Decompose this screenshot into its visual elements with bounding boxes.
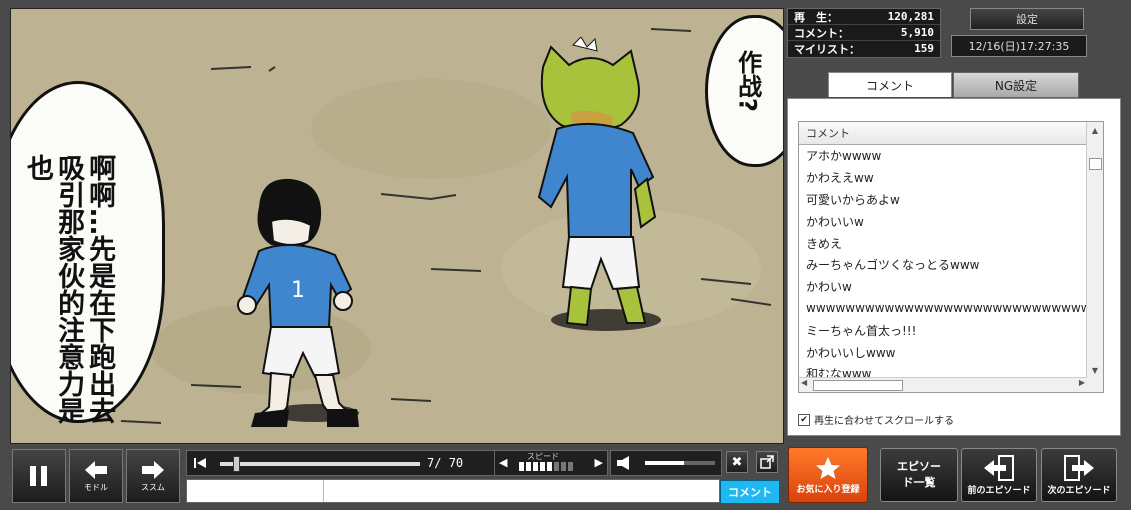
speed-down-icon[interactable]: ◀	[499, 456, 507, 469]
back-label: モドル	[84, 482, 108, 492]
settings-button[interactable]: 設定	[970, 8, 1084, 30]
fullscreen-icon	[760, 455, 774, 469]
comments-count-value: 5,910	[900, 26, 934, 39]
comments-count-label: コメント：	[794, 26, 849, 40]
comments-count-row: コメント： 5,910	[788, 25, 940, 41]
comment-item[interactable]: アホかwwww	[799, 145, 1086, 167]
views-label: 再 生：	[794, 10, 838, 24]
pause-icon	[30, 466, 47, 486]
comment-item[interactable]: きめえ	[799, 232, 1086, 254]
favorite-button[interactable]: お気に入り登録	[788, 447, 868, 503]
volume-track[interactable]	[645, 461, 715, 465]
comment-item[interactable]: かわいいしwww	[799, 341, 1086, 363]
arrow-left-icon	[85, 460, 107, 479]
comment-send-button[interactable]: コメント	[720, 480, 780, 504]
scroll-left-icon[interactable]: ◀	[801, 378, 807, 387]
speech-text-right: 作战?	[733, 50, 762, 112]
scroll-up-icon[interactable]: ▲	[1087, 122, 1103, 138]
favorite-label: お気に入り登録	[796, 484, 860, 495]
speed-up-icon[interactable]: ▶	[595, 456, 603, 469]
comment-item[interactable]: ミーちゃん首太っ!!!	[799, 319, 1086, 341]
views-value: 120,281	[887, 10, 934, 23]
forward-label: ススム	[141, 482, 165, 492]
mylist-value: 159	[914, 42, 934, 55]
skip-to-start-icon[interactable]	[193, 456, 207, 470]
volume-control	[610, 450, 722, 476]
comment-horizontal-scrollbar[interactable]: ◀ ▶	[799, 377, 1087, 392]
comment-vertical-scrollbar[interactable]: ▲ ▼	[1086, 122, 1103, 392]
comment-item[interactable]: かわいw	[799, 276, 1086, 298]
player-frame: 1 啊啊…先是在下跑出去吸引那家伙的注意力是也 作战? 再 生： 120,281…	[0, 0, 1131, 510]
scroll-right-icon[interactable]: ▶	[1079, 378, 1085, 387]
tab-ng-settings[interactable]: NG設定	[953, 72, 1079, 98]
speed-control: ◀ スピード ▶	[494, 450, 608, 476]
mylist-row: マイリスト： 159	[788, 41, 940, 56]
time-current: 7	[427, 456, 435, 470]
seek-handle[interactable]	[233, 456, 240, 472]
datetime-display: 12/16(日)17:27:35	[951, 35, 1087, 57]
volume-fill	[645, 461, 684, 465]
back-button[interactable]: モドル	[69, 449, 123, 503]
comment-item[interactable]: かわいいw	[799, 210, 1086, 232]
episode-list-button[interactable]: エピソード一覧	[880, 448, 958, 502]
comment-item[interactable]: 可愛いからあよw	[799, 189, 1086, 211]
prev-episode-label: 前のエピソード	[967, 485, 1031, 496]
seek-bar[interactable]: 7/ 70	[186, 450, 496, 476]
next-episode-label: 次のエピソード	[1047, 485, 1111, 496]
sync-scroll-checkbox[interactable]: ✔	[798, 413, 810, 426]
mylist-label: マイリスト：	[794, 42, 860, 56]
views-row: 再 生： 120,281	[788, 9, 940, 25]
time-total: 70	[448, 456, 464, 470]
speech-text-left: 啊啊…先是在下跑出去吸引那家伙的注意力是也	[22, 154, 116, 424]
svg-text:1: 1	[291, 278, 305, 303]
next-episode-button[interactable]: 次のエピソード	[1041, 448, 1117, 502]
forward-button[interactable]: ススム	[126, 449, 180, 503]
comment-item[interactable]: かわええww	[799, 167, 1086, 189]
boy-character: 1	[237, 178, 359, 427]
comment-item[interactable]: みーちゃんゴツくなっとるwww	[799, 254, 1086, 276]
video-screen[interactable]: 1 啊啊…先是在下跑出去吸引那家伙的注意力是也 作战?	[10, 8, 784, 444]
time-display: 7/ 70	[427, 456, 464, 470]
arrow-right-icon	[142, 460, 164, 479]
speed-label: スピード	[527, 452, 559, 461]
hscroll-thumb[interactable]	[813, 380, 903, 391]
stats-panel: 再 生： 120,281 コメント： 5,910 マイリスト： 159	[787, 8, 941, 58]
prev-episode-icon	[984, 454, 1014, 481]
tab-comment[interactable]: コメント	[828, 72, 952, 97]
cat-character	[537, 37, 657, 327]
episode-list-label: エピソード一覧	[897, 460, 941, 489]
comment-list-header[interactable]: コメント	[799, 122, 1103, 145]
scroll-down-icon[interactable]: ▼	[1087, 362, 1103, 378]
comment-item[interactable]: wwwwwwwwwwwwwwwwwwwwwwwwwwwwwwww	[799, 298, 1086, 320]
next-episode-icon	[1064, 454, 1094, 481]
speech-bubble-left: 啊啊…先是在下跑出去吸引那家伙的注意力是也	[11, 81, 165, 424]
comment-list[interactable]: コメント アホかwwww かわええww 可愛いからあよw かわいいw きめえ み…	[798, 121, 1104, 393]
sync-scroll-option[interactable]: ✔ 再生に合わせてスクロールする	[798, 412, 954, 427]
pause-button[interactable]	[12, 449, 66, 503]
comment-input[interactable]	[186, 479, 720, 503]
comment-toggle-button[interactable]: ✖	[726, 451, 748, 473]
scroll-thumb[interactable]	[1089, 158, 1102, 170]
input-divider	[323, 480, 324, 502]
speaker-icon[interactable]	[616, 455, 636, 471]
fullscreen-button[interactable]	[756, 451, 778, 473]
close-x-icon: ✖	[731, 454, 743, 470]
comment-panel: コメント アホかwwww かわええww 可愛いからあよw かわいいw きめえ み…	[787, 98, 1121, 436]
star-icon	[816, 456, 840, 479]
prev-episode-button[interactable]: 前のエピソード	[961, 448, 1037, 502]
speed-level-icon	[519, 462, 573, 471]
seek-track[interactable]	[220, 462, 420, 466]
sync-scroll-label: 再生に合わせてスクロールする	[814, 416, 954, 427]
